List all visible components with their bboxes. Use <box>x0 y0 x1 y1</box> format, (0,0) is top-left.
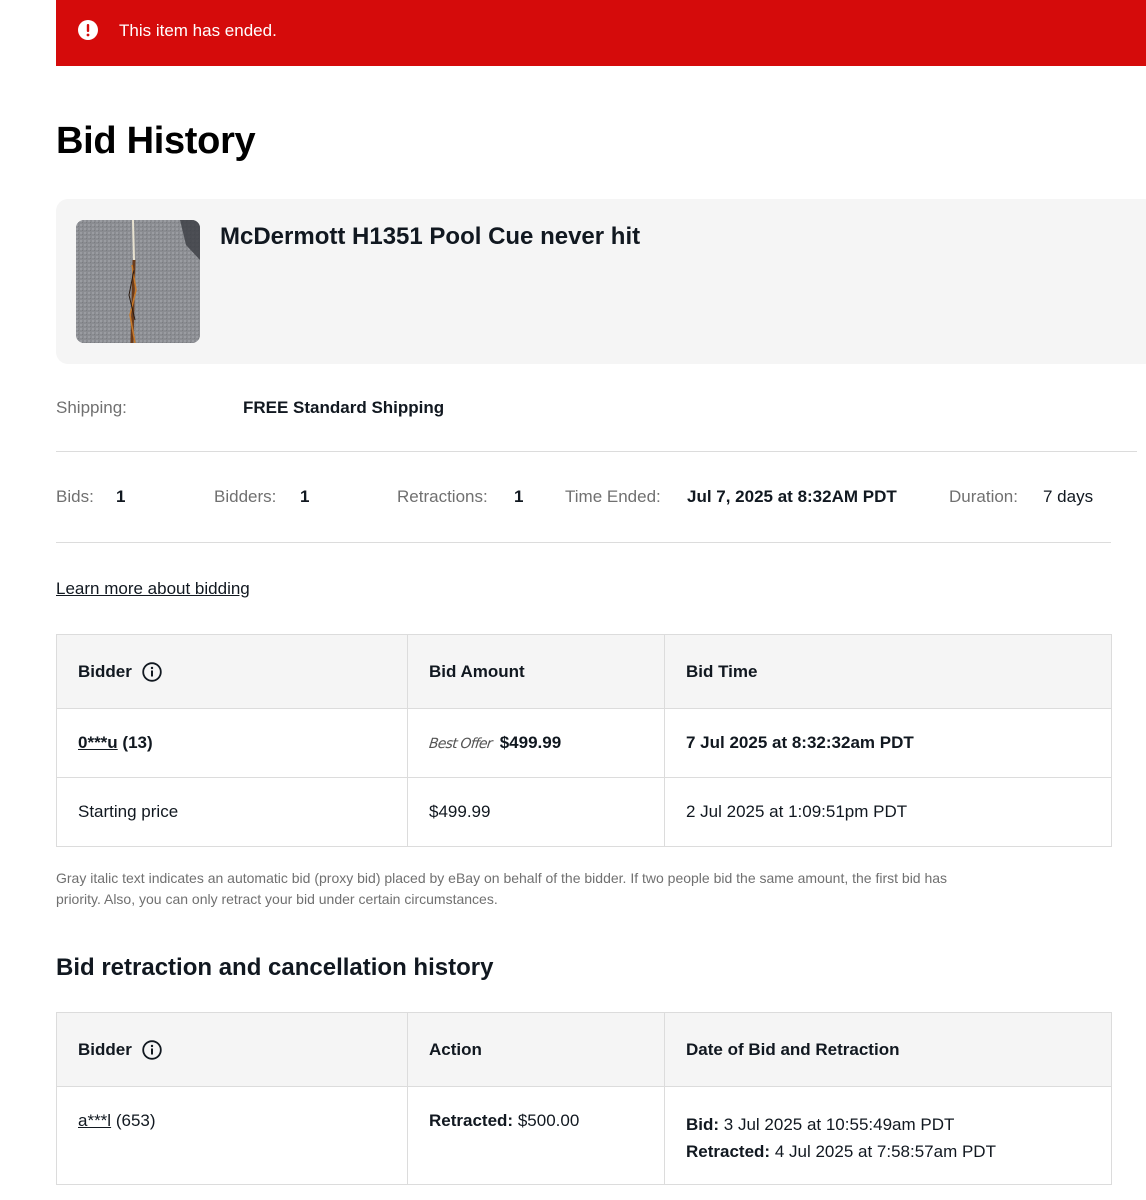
column-header-bidder: Bidder <box>56 634 408 709</box>
divider <box>56 542 1111 543</box>
time-ended-label: Time Ended: <box>565 487 661 506</box>
table-row: a***l (653) Retracted: $500.00 Bid: 3 Ju… <box>56 1086 1112 1185</box>
item-ended-banner: This item has ended. <box>56 0 1146 66</box>
alert-circle-icon <box>78 20 98 40</box>
retractions-label: Retractions: <box>397 487 488 506</box>
banner-message: This item has ended. <box>119 21 277 40</box>
bid-time-cell: 7 Jul 2025 at 8:32:32am PDT <box>664 708 1112 778</box>
action-label: Retracted: <box>429 1111 514 1130</box>
bidders-value: 1 <box>300 487 310 506</box>
starting-price-label: Starting price <box>56 777 408 847</box>
shipping-label: Shipping: <box>56 398 127 417</box>
retracted-date-value: 4 Jul 2025 at 7:58:57am PDT <box>774 1142 996 1161</box>
bids-value: 1 <box>116 487 126 506</box>
item-title[interactable]: McDermott H1351 Pool Cue never hit <box>220 223 640 251</box>
column-header-bid-time: Bid Time <box>664 634 1112 709</box>
bid-amount: $499.99 <box>499 733 562 752</box>
duration-label: Duration: <box>949 487 1018 506</box>
duration-value: 7 days <box>1043 487 1094 506</box>
bidder-feedback-score: (13) <box>122 733 153 752</box>
info-icon[interactable] <box>142 1039 162 1060</box>
bidder-header-label: Bidder <box>78 661 132 681</box>
bidder-link[interactable]: a***l <box>78 1111 111 1130</box>
bid-date-line: Bid: 3 Jul 2025 at 10:55:49am PDT <box>686 1111 1090 1138</box>
shipping-value: FREE Standard Shipping <box>243 398 445 417</box>
retracted-date-label: Retracted: <box>686 1142 771 1161</box>
bidder-cell: 0***u (13) <box>56 708 408 778</box>
bidder-link[interactable]: 0***u <box>78 733 118 752</box>
table-header-row: Bidder Bid Amount Bid Time <box>56 634 1112 709</box>
bids-label: Bids: <box>56 487 94 506</box>
best-offer-tag: Best Offer <box>428 736 493 752</box>
bidder-cell: a***l (653) <box>56 1086 408 1185</box>
bid-history-table: Bidder Bid Amount Bid Time 0***u (13) Be… <box>56 634 1112 847</box>
item-thumbnail[interactable] <box>76 220 200 343</box>
retraction-history-table: Bidder Action Date of Bid and Retraction… <box>56 1012 1112 1185</box>
table-row: Starting price $499.99 2 Jul 2025 at 1:0… <box>56 777 1112 847</box>
time-ended-value: Jul 7, 2025 at 8:32AM PDT <box>687 487 897 506</box>
item-card: McDermott H1351 Pool Cue never hit <box>56 199 1146 364</box>
divider <box>56 451 1137 452</box>
retracted-date-line: Retracted: 4 Jul 2025 at 7:58:57am PDT <box>686 1138 1090 1165</box>
starting-price-amount: $499.99 <box>407 777 665 847</box>
table-header-row: Bidder Action Date of Bid and Retraction <box>56 1012 1112 1087</box>
action-cell: Retracted: $500.00 <box>407 1086 665 1185</box>
column-header-action: Action <box>407 1012 665 1087</box>
starting-price-time: 2 Jul 2025 at 1:09:51pm PDT <box>664 777 1112 847</box>
bidder-feedback-score: (653) <box>115 1111 156 1130</box>
date-cell: Bid: 3 Jul 2025 at 10:55:49am PDT Retrac… <box>664 1086 1112 1185</box>
column-header-bid-amount: Bid Amount <box>407 634 665 709</box>
retractions-value: 1 <box>514 487 524 506</box>
bidders-label: Bidders: <box>214 487 277 506</box>
learn-more-bidding-link[interactable]: Learn more about bidding <box>56 579 250 599</box>
retraction-section-title: Bid retraction and cancellation history <box>56 954 494 981</box>
bid-date-label: Bid: <box>686 1115 720 1134</box>
proxy-bid-note: Gray italic text indicates an automatic … <box>56 870 948 907</box>
info-icon[interactable] <box>142 661 162 682</box>
column-header-bidder: Bidder <box>56 1012 408 1087</box>
column-header-date: Date of Bid and Retraction <box>664 1012 1112 1087</box>
table-row: 0***u (13) Best Offer $499.99 7 Jul 2025 … <box>56 708 1112 778</box>
bid-date-value: 3 Jul 2025 at 10:55:49am PDT <box>723 1115 955 1134</box>
bidder-header-label: Bidder <box>78 1039 132 1059</box>
page-title: Bid History <box>56 120 256 162</box>
bid-amount-cell: Best Offer $499.99 <box>407 708 665 778</box>
action-amount: $500.00 <box>517 1111 580 1130</box>
pool-cue-image <box>76 220 200 343</box>
